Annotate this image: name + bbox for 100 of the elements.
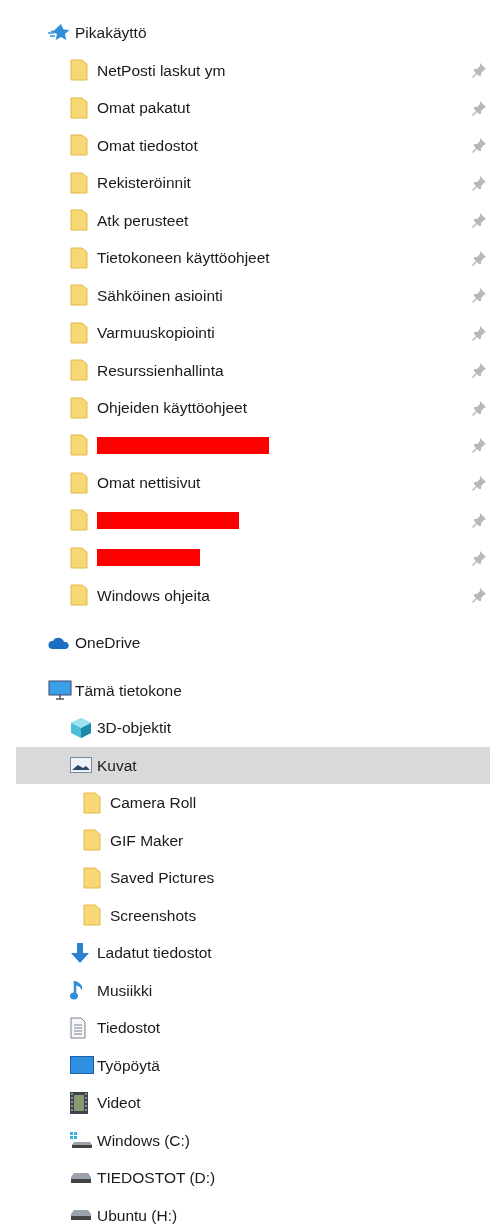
- nav-tree-item[interactable]: OneDrive: [16, 624, 490, 662]
- folder-icon: [70, 246, 88, 269]
- nav-tree-item[interactable]: NetPosti laskut ym: [16, 51, 490, 89]
- pin-icon[interactable]: [471, 587, 487, 604]
- nav-tree-item[interactable]: Omat nettisivut: [16, 464, 490, 502]
- pin-icon[interactable]: [471, 99, 487, 116]
- pin-icon[interactable]: [471, 474, 487, 491]
- nav-tree-item[interactable]: Pikakäyttö: [16, 14, 490, 52]
- nav-tree-item[interactable]: Camera Roll: [16, 784, 490, 822]
- nav-tree-item[interactable]: Tietokoneen käyttöohjeet: [16, 239, 490, 277]
- pin-icon[interactable]: [471, 399, 487, 416]
- item-label: Ubuntu (H:): [97, 1205, 178, 1224]
- folder-icon: [70, 546, 88, 569]
- folder-icon: [70, 321, 88, 344]
- folder-icon: [70, 59, 88, 82]
- item-label: Screenshots: [110, 905, 197, 926]
- folder-icon: [70, 171, 88, 194]
- nav-tree-item[interactable]: Windows (C:): [16, 1121, 490, 1159]
- item-label: Ohjeiden käyttöohjeet: [97, 398, 247, 419]
- item-label: TIEDOSTOT (D:): [97, 1168, 216, 1189]
- nav-tree-item[interactable]: Ohjeiden käyttöohjeet: [16, 389, 490, 427]
- nav-tree-item[interactable]: Saved Pictures: [16, 859, 490, 897]
- film-icon: [70, 1091, 88, 1114]
- item-label: Rekisteröinnit: [97, 173, 191, 194]
- item-label: GIF Maker: [110, 830, 184, 851]
- drive-icon: [70, 1132, 92, 1149]
- nav-tree-item[interactable]: Musiikki: [16, 971, 490, 1009]
- folder-icon: [70, 96, 88, 119]
- pin-icon[interactable]: [471, 362, 487, 379]
- folder-icon: [70, 134, 88, 157]
- cube-icon: [70, 716, 92, 739]
- folder-icon: [83, 866, 101, 889]
- folder-icon: [70, 284, 88, 307]
- pin-icon[interactable]: [471, 212, 487, 229]
- folder-icon: [70, 471, 88, 494]
- item-label: 3D-objektit: [97, 718, 172, 739]
- monitor-icon: [48, 680, 72, 701]
- pin-icon[interactable]: [471, 549, 487, 566]
- nav-tree-item[interactable]: Omat pakatut: [16, 89, 490, 127]
- item-label: Windows (C:): [97, 1130, 190, 1151]
- star-icon: [48, 22, 70, 43]
- nav-tree-item[interactable]: Tämä tietokone: [16, 671, 490, 709]
- nav-tree-item[interactable]: Videot: [16, 1084, 490, 1122]
- folder-icon: [83, 829, 101, 852]
- item-label: Varmuuskopiointi: [97, 323, 215, 344]
- item-label: Omat pakatut: [97, 98, 191, 119]
- item-label: Omat nettisivut: [97, 473, 201, 494]
- folder-icon: [70, 209, 88, 232]
- item-label: Tiedostot: [97, 1018, 161, 1039]
- document-icon: [70, 1016, 86, 1039]
- item-label: Omat tiedostot: [97, 135, 198, 156]
- nav-tree-item[interactable]: Rekisteröinnit: [16, 164, 490, 202]
- item-label: Sähköinen asiointi: [97, 285, 223, 306]
- nav-tree-item[interactable]: Screenshots: [16, 896, 490, 934]
- folder-icon: [83, 791, 101, 814]
- item-label: Kuvat: [97, 755, 137, 776]
- item-label: Videot: [97, 1093, 141, 1114]
- cloud-icon: [48, 635, 70, 650]
- nav-tree-item[interactable]: Ladatut tiedostot: [16, 934, 490, 972]
- nav-tree-item[interactable]: Sähköinen asiointi: [16, 276, 490, 314]
- item-label: Musiikki: [97, 980, 153, 1001]
- nav-tree-item[interactable]: Varmuuskopiointi: [16, 314, 490, 352]
- pin-icon[interactable]: [471, 324, 487, 341]
- item-label: Windows ohjeita: [97, 585, 210, 606]
- pin-icon[interactable]: [471, 437, 487, 454]
- nav-tree-item[interactable]: Tiedostot: [16, 1009, 490, 1047]
- picture-icon: [70, 757, 92, 774]
- nav-tree-item[interactable]: Windows ohjeita: [16, 576, 490, 614]
- down-arrow-icon: [70, 941, 90, 964]
- nav-tree-item[interactable]: TIEDOSTOT (D:): [16, 1159, 490, 1197]
- item-label: Saved Pictures: [110, 868, 215, 889]
- folder-icon: [70, 359, 88, 382]
- nav-tree-item[interactable]: Työpöytä: [16, 1046, 490, 1084]
- nav-tree-item[interactable]: 3D-objektit: [16, 709, 490, 747]
- nav-tree-item[interactable]: GIF Maker: [16, 821, 490, 859]
- folder-icon: [70, 509, 88, 532]
- pin-icon[interactable]: [471, 512, 487, 529]
- folder-icon: [70, 434, 88, 457]
- pin-icon[interactable]: [471, 62, 487, 79]
- item-label: Atk perusteet: [97, 210, 189, 231]
- folder-icon: [83, 904, 101, 927]
- item-label: Ladatut tiedostot: [97, 943, 212, 964]
- nav-tree-item[interactable]: Resurssienhallinta: [16, 351, 490, 389]
- nav-tree-item[interactable]: Atk perusteet: [16, 201, 490, 239]
- item-label: Tämä tietokone: [75, 680, 182, 701]
- drive-icon: [70, 1172, 92, 1183]
- item-label: NetPosti laskut ym: [97, 60, 226, 81]
- pin-icon[interactable]: [471, 287, 487, 304]
- pin-icon[interactable]: [471, 249, 487, 266]
- nav-tree-item[interactable]: Omat tiedostot: [16, 126, 490, 164]
- folder-icon: [70, 584, 88, 607]
- pin-icon[interactable]: [471, 174, 487, 191]
- item-label: OneDrive: [75, 633, 141, 654]
- drive-icon: [70, 1210, 92, 1221]
- nav-tree-item[interactable]: Kuvat: [16, 746, 490, 784]
- pin-icon[interactable]: [471, 137, 487, 154]
- item-label: Tietokoneen käyttöohjeet: [97, 248, 270, 269]
- desktop-icon: [70, 1056, 94, 1075]
- item-label: Resurssienhallinta: [97, 360, 224, 381]
- nav-tree-item[interactable]: Ubuntu (H:): [16, 1196, 490, 1224]
